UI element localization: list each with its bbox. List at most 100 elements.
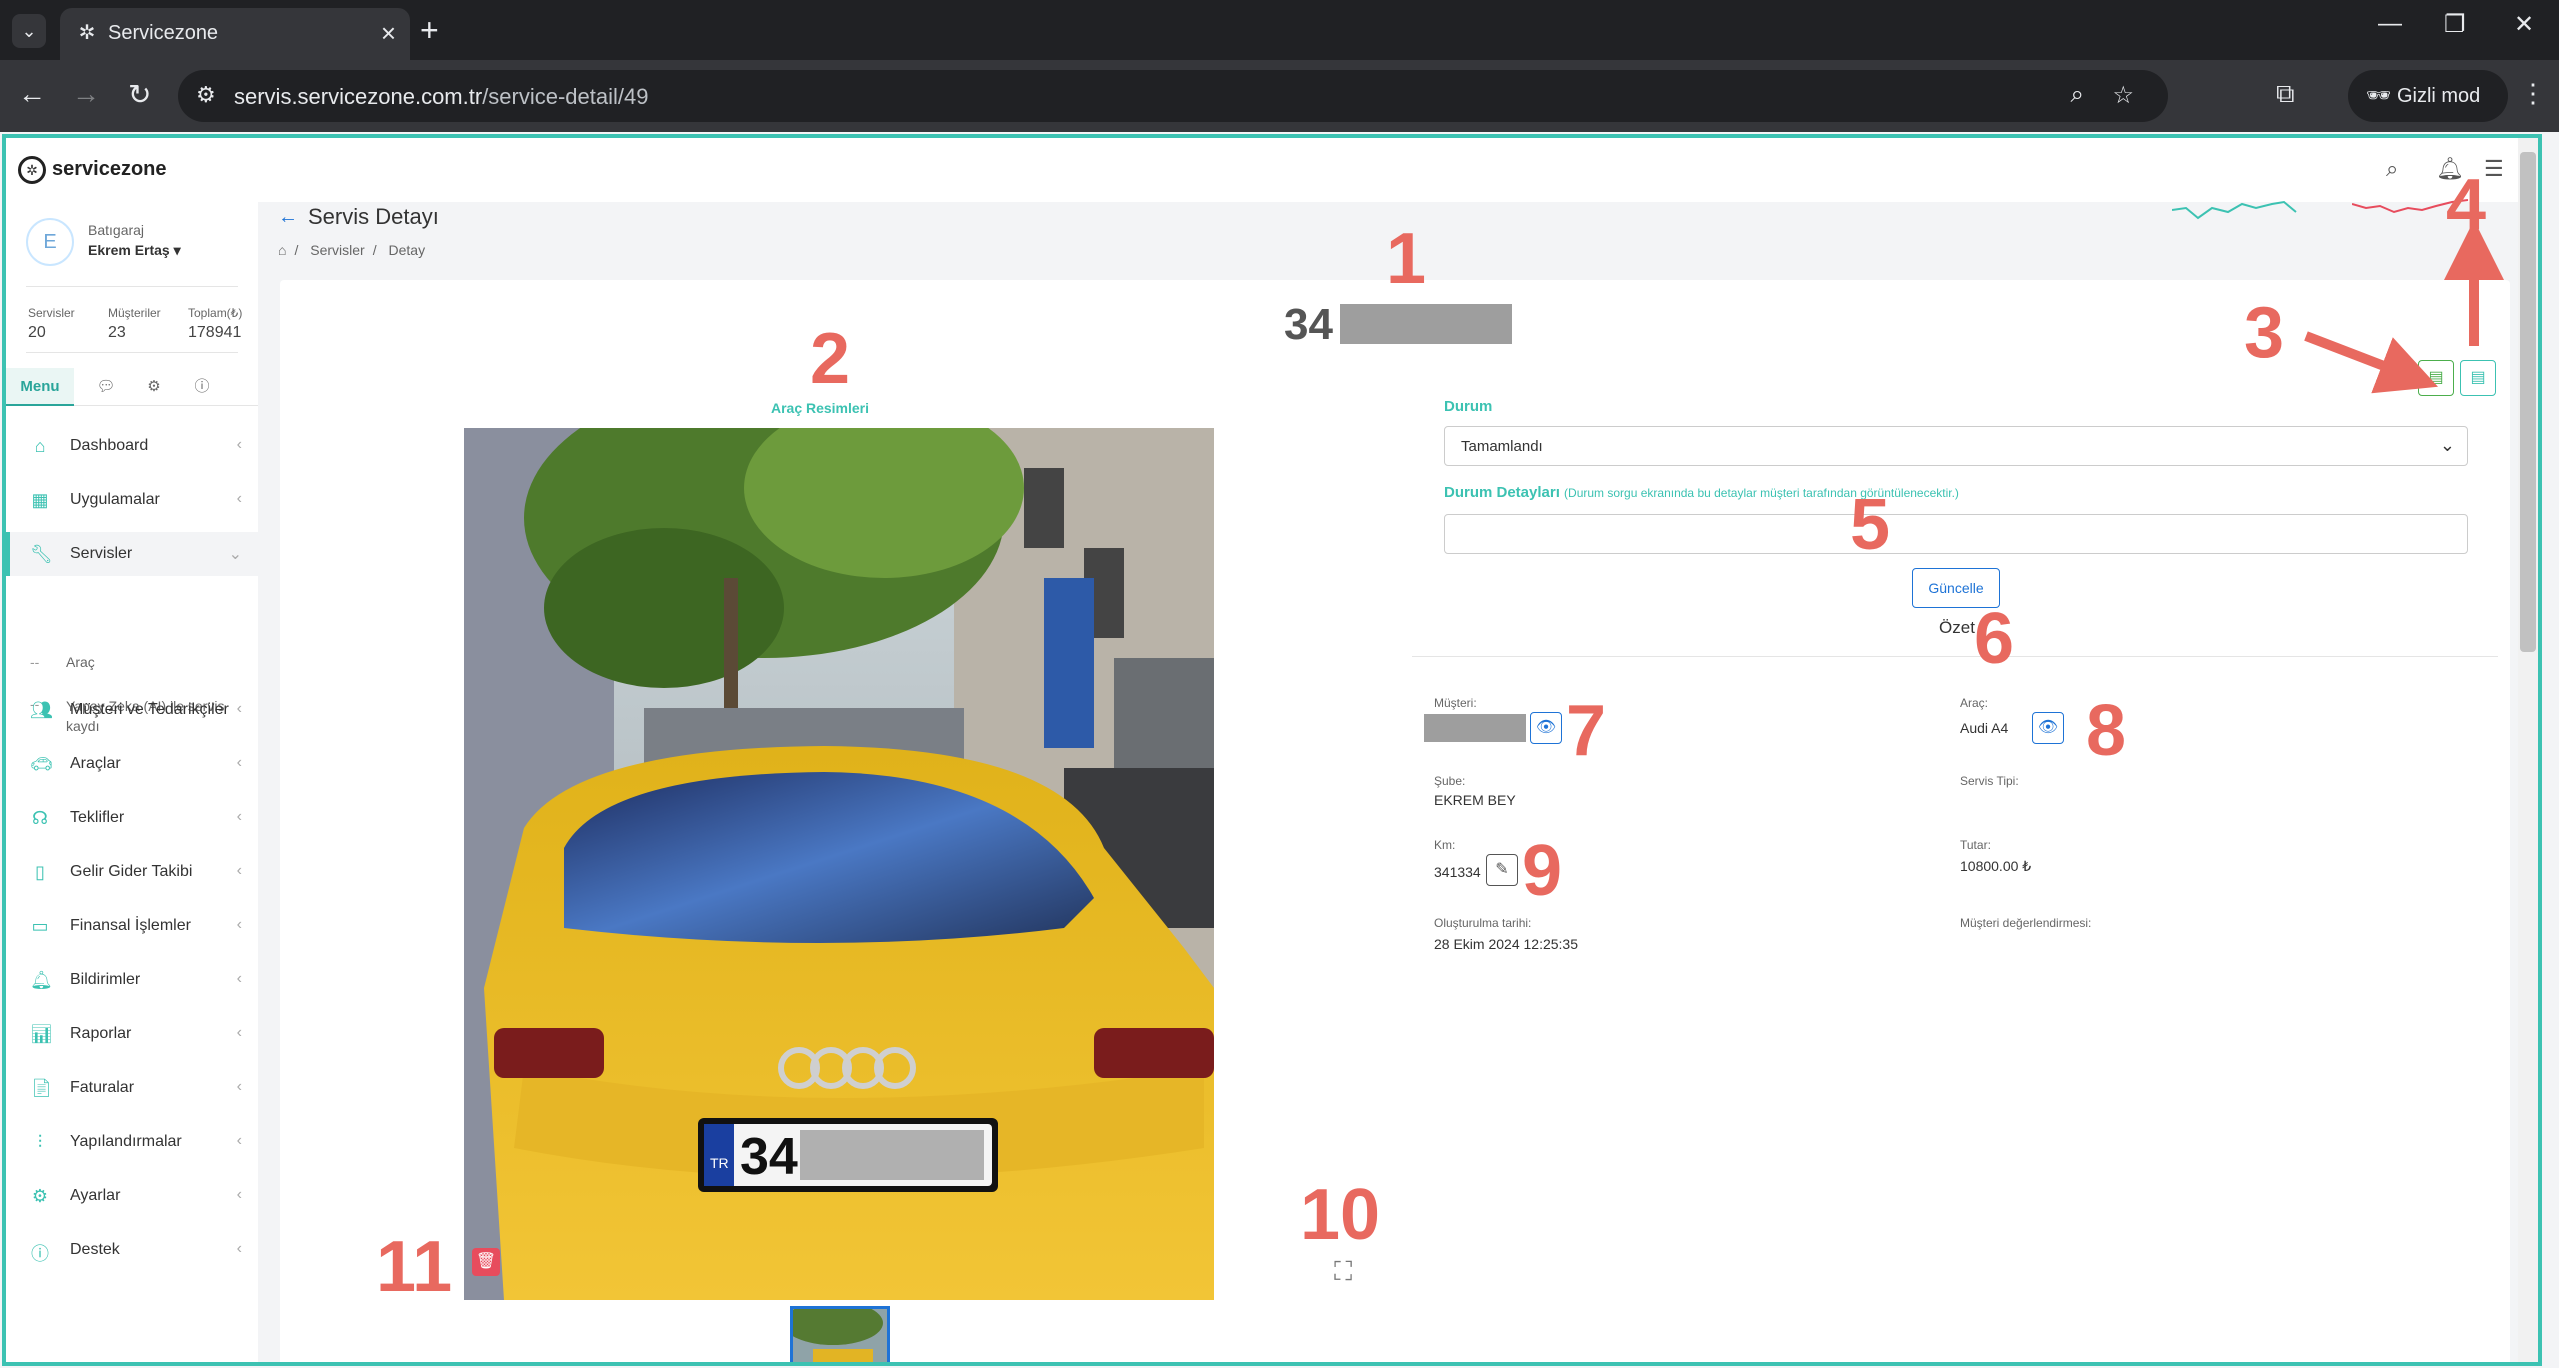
user-name-dropdown[interactable]: Ekrem Ertaş ▾: [88, 242, 181, 259]
minimize-icon[interactable]: —: [2378, 10, 2402, 38]
service-type-label: Servis Tipi:: [1960, 774, 2019, 788]
info-icon: ⓘ: [31, 1244, 49, 1264]
vehicle-value: Audi A4: [1960, 720, 2009, 736]
trash-icon: 🗑︎: [475, 1253, 497, 1270]
gallery-title: Araç Resimleri: [770, 400, 870, 416]
chevron-left-icon: ‹: [236, 754, 242, 771]
breadcrumb-services[interactable]: Servisler: [310, 242, 364, 258]
gear-icon: ⚙: [31, 1186, 49, 1206]
breadcrumb-detail: Detay: [388, 242, 426, 258]
redacted-plate: [1340, 304, 1512, 344]
sidebar-item-income-expense[interactable]: ▯ Gelir Gider Takibi ‹: [6, 850, 258, 894]
tab-menu[interactable]: Menu: [6, 368, 74, 406]
sidebar-item-settings[interactable]: ⚙ Ayarlar ‹: [6, 1174, 258, 1218]
status-details-textarea[interactable]: [1444, 514, 2468, 554]
help-icon[interactable]: ⓘ: [182, 368, 222, 406]
amount-label: Tutar:: [1960, 838, 1991, 852]
book-icon: ▯: [35, 862, 45, 882]
extensions-icon[interactable]: ⧉: [2276, 78, 2295, 110]
scroll-thumb[interactable]: [2520, 152, 2536, 652]
pdf-export-button[interactable]: ▤: [2460, 360, 2496, 396]
offer-icon: ☊: [32, 808, 48, 828]
stat-total: Toplam(₺) 178941: [188, 306, 243, 341]
chart-icon: 📊︎: [30, 1024, 53, 1044]
sidebar-item-customers[interactable]: 👥︎ Müşteri ve Tedarikçiler ‹: [6, 688, 258, 732]
status-select[interactable]: Tamamlandı ⌄: [1444, 426, 2468, 466]
annotation-5: 5: [1850, 485, 1891, 565]
sidebar-item-vehicles[interactable]: 🚗︎ Araçlar ‹: [6, 742, 258, 786]
plate-title: 34: [1284, 300, 1333, 349]
page-scrollbar[interactable]: [2518, 138, 2538, 1362]
bookmark-star-icon[interactable]: ☆: [2112, 81, 2134, 110]
excel-file-icon: ▤: [2428, 369, 2444, 386]
sidebar-item-support[interactable]: ⓘ Destek ‹: [6, 1228, 258, 1272]
incognito-badge[interactable]: 🕶 Gizli mod: [2348, 70, 2508, 122]
sidebar-item-reports[interactable]: 📊︎ Raporlar ‹: [6, 1012, 258, 1056]
breadcrumb-home-icon[interactable]: ⌂: [278, 242, 286, 258]
divider: [1412, 656, 2498, 657]
annotation-1: 1: [1386, 219, 1427, 299]
fullscreen-icon[interactable]: ⛶: [1334, 1256, 1352, 1288]
view-customer-button[interactable]: 👁︎: [1530, 712, 1562, 744]
km-value: 341334: [1434, 864, 1481, 880]
photo-thumbnail[interactable]: [790, 1306, 890, 1362]
url-text[interactable]: servis.servicezone.com.tr/service-detail…: [234, 84, 649, 110]
avatar[interactable]: E: [26, 218, 74, 266]
excel-export-button[interactable]: ▤: [2418, 360, 2454, 396]
close-tab-icon[interactable]: ×: [381, 18, 396, 49]
back-icon[interactable]: ←: [18, 78, 46, 110]
chat-icon[interactable]: 💬︎: [86, 368, 126, 406]
sidebar-item-notifications[interactable]: 🔔︎ Bildirimler ‹: [6, 958, 258, 1002]
vehicle-label: Araç:: [1960, 696, 1989, 710]
divider: [26, 286, 238, 287]
page-title: Servis Detayı: [308, 204, 439, 229]
omnibox[interactable]: ⚙ servis.servicezone.com.tr/service-deta…: [178, 70, 2168, 122]
site-info-icon[interactable]: ⚙: [196, 82, 216, 108]
chevron-left-icon: ‹: [236, 1186, 242, 1203]
back-arrow-icon[interactable]: ←: [278, 206, 298, 229]
annotation-4: 4: [2446, 165, 2487, 245]
chevron-left-icon: ‹: [236, 700, 242, 717]
sidebar-item-apps[interactable]: ▦ Uygulamalar ‹: [6, 478, 258, 522]
gear-icon[interactable]: ⚙: [134, 368, 174, 406]
customer-label: Müşteri:: [1434, 696, 1477, 710]
vehicle-photo[interactable]: TR 34: [464, 428, 1214, 1300]
window-close-icon[interactable]: ✕: [2514, 10, 2534, 39]
annotation-3: 3: [2244, 293, 2285, 373]
forward-icon[interactable]: →: [72, 78, 100, 110]
edit-km-button[interactable]: ✎: [1486, 854, 1518, 886]
car-icon: 🚗︎: [30, 754, 53, 774]
tab-search-chevron-icon[interactable]: ⌄: [12, 14, 46, 48]
incognito-label: Gizli mod: [2396, 85, 2481, 107]
sidebar-item-finance[interactable]: ▭ Finansal İşlemler ‹: [6, 904, 258, 948]
gear-favicon-icon: ✲: [78, 22, 96, 44]
branch-label: Şube:: [1434, 774, 1466, 788]
new-tab-icon[interactable]: +: [420, 12, 439, 49]
sidebar-item-dashboard[interactable]: ⌂ Dashboard ‹: [6, 424, 258, 468]
search-icon[interactable]: ⌕: [2386, 156, 2398, 182]
zoom-icon[interactable]: ⌕: [2071, 81, 2084, 109]
browser-tab[interactable]: ✲ Servicezone ×: [60, 8, 410, 60]
sidebar-item-configurations[interactable]: ⫶ Yapılandırmalar ‹: [6, 1120, 258, 1164]
sidebar-tabs: Menu 💬︎ ⚙ ⓘ: [6, 368, 258, 406]
submenu-item-vehicle[interactable]: -- Araç: [30, 654, 240, 670]
annotation-6: 6: [1974, 599, 2015, 679]
chevron-left-icon: ‹: [236, 436, 242, 453]
logo-icon: ✲: [18, 156, 46, 184]
view-vehicle-button[interactable]: 👁︎: [2032, 712, 2064, 744]
chevron-left-icon: ‹: [236, 1024, 242, 1041]
reload-icon[interactable]: ↻: [128, 78, 151, 111]
sidebar-item-services[interactable]: 🔧︎ Servisler ⌄: [6, 532, 258, 576]
folder-icon: ▭: [31, 916, 49, 936]
restore-icon[interactable]: ❐: [2444, 10, 2466, 39]
sidebar: E Batıgaraj Ekrem Ertaş ▾ Servisler 20 Mü…: [6, 202, 258, 1362]
status-select-value: Tamamlandı: [1461, 438, 1543, 455]
browser-menu-icon[interactable]: ⋮: [2520, 78, 2546, 109]
list-menu-icon[interactable]: ☰: [2484, 156, 2504, 182]
created-label: Oluşturulma tarihi:: [1434, 916, 1532, 930]
sidebar-item-offers[interactable]: ☊ Teklifler ‹: [6, 796, 258, 840]
sidebar-item-invoices[interactable]: 📄︎ Faturalar ‹: [6, 1066, 258, 1110]
delete-photo-button[interactable]: 🗑︎: [472, 1248, 500, 1276]
page-viewport: ✲ servicezone ⌕ 🔔︎ ☰ E Batıgaraj Ekrem E…: [2, 134, 2542, 1366]
incognito-icon: 🕶: [2366, 85, 2397, 107]
